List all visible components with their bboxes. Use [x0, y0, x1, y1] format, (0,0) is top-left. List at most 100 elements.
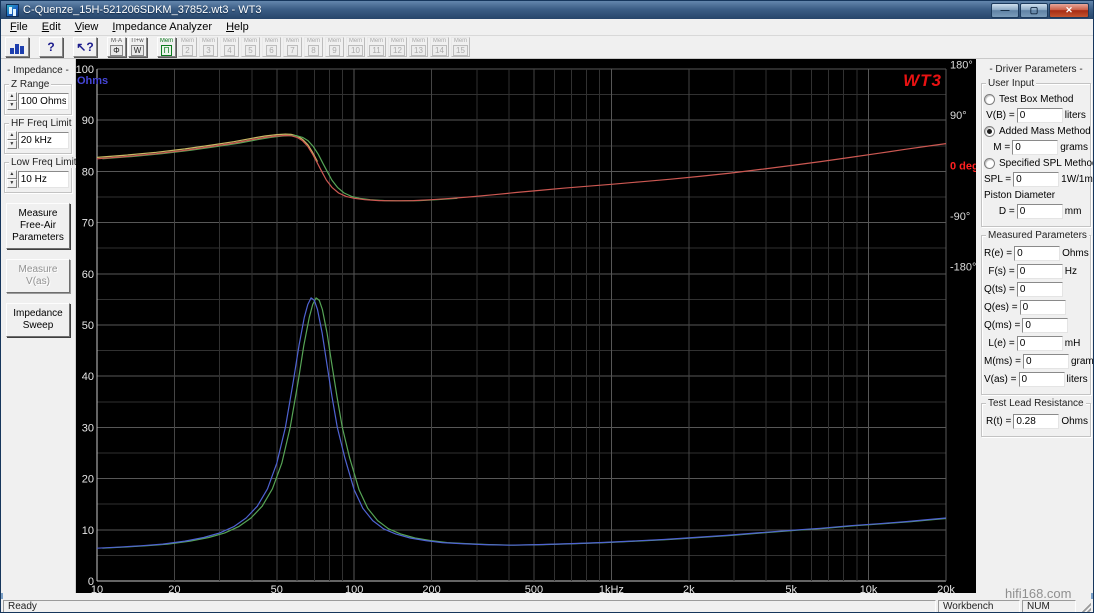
low-freq-limit-group: Low Freq Limit▲▼ — [4, 162, 72, 193]
measured-param-6: M(ms) =grams — [984, 354, 1088, 369]
measured-param-4-label: Q(ms) = — [984, 320, 1020, 331]
measure-free-air-icon: M·A — [111, 38, 122, 44]
spin-down-icon[interactable]: ▼ — [7, 140, 17, 149]
memory-15-icon: Mem — [454, 38, 467, 44]
memory-8-label: 8 — [308, 45, 318, 56]
memory-14-icon: Mem — [433, 38, 446, 44]
memory-6-label: 6 — [266, 45, 276, 56]
memory-12-button: Mem12 — [388, 37, 407, 57]
measure-power-label: W — [131, 45, 145, 56]
svg-text:80: 80 — [82, 166, 94, 178]
svg-text:0 deg: 0 deg — [950, 161, 976, 173]
user-input-1-unit: grams — [1060, 142, 1088, 153]
toolbar-separator — [99, 47, 105, 48]
svg-text:WT3: WT3 — [903, 71, 942, 90]
measured-param-4-input[interactable] — [1022, 318, 1068, 333]
measured-param-1-input[interactable] — [1017, 264, 1063, 279]
test-lead-input[interactable] — [1013, 414, 1059, 429]
measured-param-6-label: M(ms) = — [984, 356, 1021, 367]
measured-param-3-input[interactable] — [1020, 300, 1066, 315]
spin-up-icon[interactable]: ▲ — [7, 170, 17, 179]
svg-text:10: 10 — [91, 584, 103, 593]
test-lead-unit: Ohms — [1061, 416, 1088, 427]
spin-down-icon[interactable]: ▼ — [7, 179, 17, 188]
impedance-sweep-button[interactable]: Impedance Sweep — [6, 303, 70, 337]
measured-param-0-input[interactable] — [1014, 246, 1060, 261]
measure-free-air-button[interactable]: M·AΦ — [107, 37, 126, 57]
memory-2-button: Mem2 — [178, 37, 197, 57]
method-radio-row-1: Added Mass Method — [984, 126, 1088, 137]
memory-10-icon: Mem — [349, 38, 362, 44]
menu-item-impedance-analyzer[interactable]: Impedance Analyzer — [105, 20, 219, 34]
svg-text:200: 200 — [422, 584, 440, 593]
measure-power-button[interactable]: Π+wW — [128, 37, 147, 57]
measured-param-7-input[interactable] — [1019, 372, 1065, 387]
measured-param-0: R(e) =Ohms — [984, 246, 1088, 261]
memory-12-label: 12 — [390, 45, 405, 56]
user-input-0-label: V(B) = — [984, 110, 1015, 121]
impedance-chart-button[interactable] — [5, 37, 29, 57]
radio-added-mass-method[interactable] — [984, 126, 995, 137]
piston-diameter-input[interactable] — [1017, 204, 1063, 219]
z-range-input[interactable] — [18, 93, 69, 110]
app-icon — [6, 4, 19, 17]
measured-param-6-input[interactable] — [1023, 354, 1069, 369]
user-input-1: M =grams — [984, 140, 1088, 155]
spin-down-icon[interactable]: ▼ — [7, 101, 17, 110]
svg-text:20: 20 — [82, 474, 94, 486]
z-range-group: Z Range▲▼ — [4, 84, 72, 115]
svg-text:20k: 20k — [937, 584, 955, 593]
measured-param-2-input[interactable] — [1017, 282, 1063, 297]
menu-item-edit[interactable]: Edit — [35, 20, 68, 34]
svg-text:5k: 5k — [785, 584, 797, 593]
memory-9-icon: Mem — [328, 38, 341, 44]
minimize-button[interactable]: — — [991, 3, 1019, 18]
toolbar-separator — [31, 47, 37, 48]
memory-1-button[interactable]: MemΠ — [157, 37, 176, 57]
radio-specified-spl-method[interactable] — [984, 158, 995, 169]
z-range-row: ▲▼ — [7, 92, 69, 110]
z-range-spinner: ▲▼ — [7, 92, 17, 110]
svg-text:180°: 180° — [950, 60, 973, 72]
radio-test-box-method[interactable] — [984, 94, 995, 105]
user-input-1-input[interactable] — [1012, 140, 1058, 155]
memory-11-button: Mem11 — [367, 37, 386, 57]
menu-item-view[interactable]: View — [68, 20, 106, 34]
menu-item-file[interactable]: File — [3, 20, 35, 34]
user-input-2-input[interactable] — [1013, 172, 1059, 187]
memory-14-label: 14 — [432, 45, 447, 56]
spin-up-icon[interactable]: ▲ — [7, 92, 17, 101]
memory-1-label: Π — [161, 45, 173, 56]
test-lead-label: R(t) = — [984, 416, 1011, 427]
memory-9-button: Mem9 — [325, 37, 344, 57]
measure-free-air-parameters-button[interactable]: Measure Free-Air Parameters — [6, 203, 70, 249]
memory-13-label: 13 — [411, 45, 426, 56]
driver-parameters-panel: - Driver Parameters - User Input Test Bo… — [976, 59, 1094, 593]
driver-parameters-title: - Driver Parameters - — [980, 64, 1092, 75]
memory-11-label: 11 — [369, 45, 383, 56]
memory-8-icon: Mem — [307, 38, 320, 44]
user-input-legend: User Input — [986, 78, 1036, 89]
memory-8-button: Mem8 — [304, 37, 323, 57]
user-input-0-input[interactable] — [1017, 108, 1063, 123]
maximize-button[interactable]: ▢ — [1020, 3, 1048, 18]
spin-up-icon[interactable]: ▲ — [7, 131, 17, 140]
memory-3-label: 3 — [203, 45, 213, 56]
low-freq-limit-input[interactable] — [18, 171, 69, 188]
hf-freq-limit-input[interactable] — [18, 132, 69, 149]
help-button[interactable]: ? — [39, 37, 63, 57]
measured-parameters-legend: Measured Parameters — [986, 230, 1089, 241]
hf-freq-limit-spinner: ▲▼ — [7, 131, 17, 149]
svg-text:70: 70 — [82, 218, 94, 230]
close-button[interactable]: ✕ — [1049, 3, 1089, 18]
context-help-button[interactable]: ↖? — [73, 37, 97, 57]
measured-param-5-input[interactable] — [1017, 336, 1063, 351]
measured-param-5-label: L(e) = — [984, 338, 1015, 349]
memory-14-button: Mem14 — [430, 37, 449, 57]
piston-diameter: D =mm — [984, 204, 1088, 219]
resize-grip[interactable] — [1078, 600, 1091, 613]
measured-param-3: Q(es) = — [984, 300, 1088, 315]
memory-10-label: 10 — [348, 45, 363, 56]
menu-item-help[interactable]: Help — [219, 20, 256, 34]
svg-text:90°: 90° — [950, 110, 967, 122]
